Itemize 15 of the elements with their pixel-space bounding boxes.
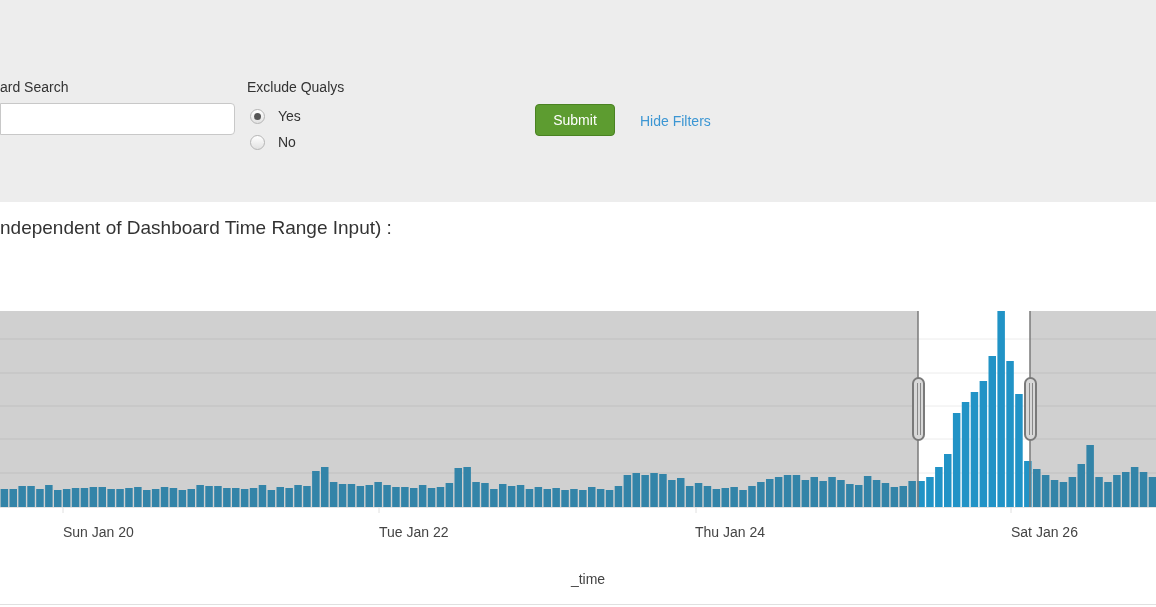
axis-tick-label: Sun Jan 20 xyxy=(63,523,134,542)
radio-button[interactable] xyxy=(250,134,265,150)
search-field[interactable] xyxy=(0,103,235,135)
axis-title: _time xyxy=(570,570,606,589)
axis-tick-label: Thu Jan 24 xyxy=(695,523,766,542)
radio-option[interactable]: No xyxy=(250,132,535,152)
axis-tick-label: Tue Jan 22 xyxy=(379,523,449,542)
range-handle[interactable] xyxy=(1024,377,1037,441)
axis-tick-label: Sat Jan 26 xyxy=(1011,523,1078,542)
field-label: ard Search xyxy=(0,78,70,96)
radio-button[interactable] xyxy=(250,108,265,124)
range-handle[interactable] xyxy=(912,377,925,441)
radio-option[interactable]: Yes xyxy=(250,106,535,126)
panel-title: ndependent of Dashboard Time Range Input) : xyxy=(0,217,392,238)
field-label: Exclude Qualys xyxy=(247,78,346,96)
